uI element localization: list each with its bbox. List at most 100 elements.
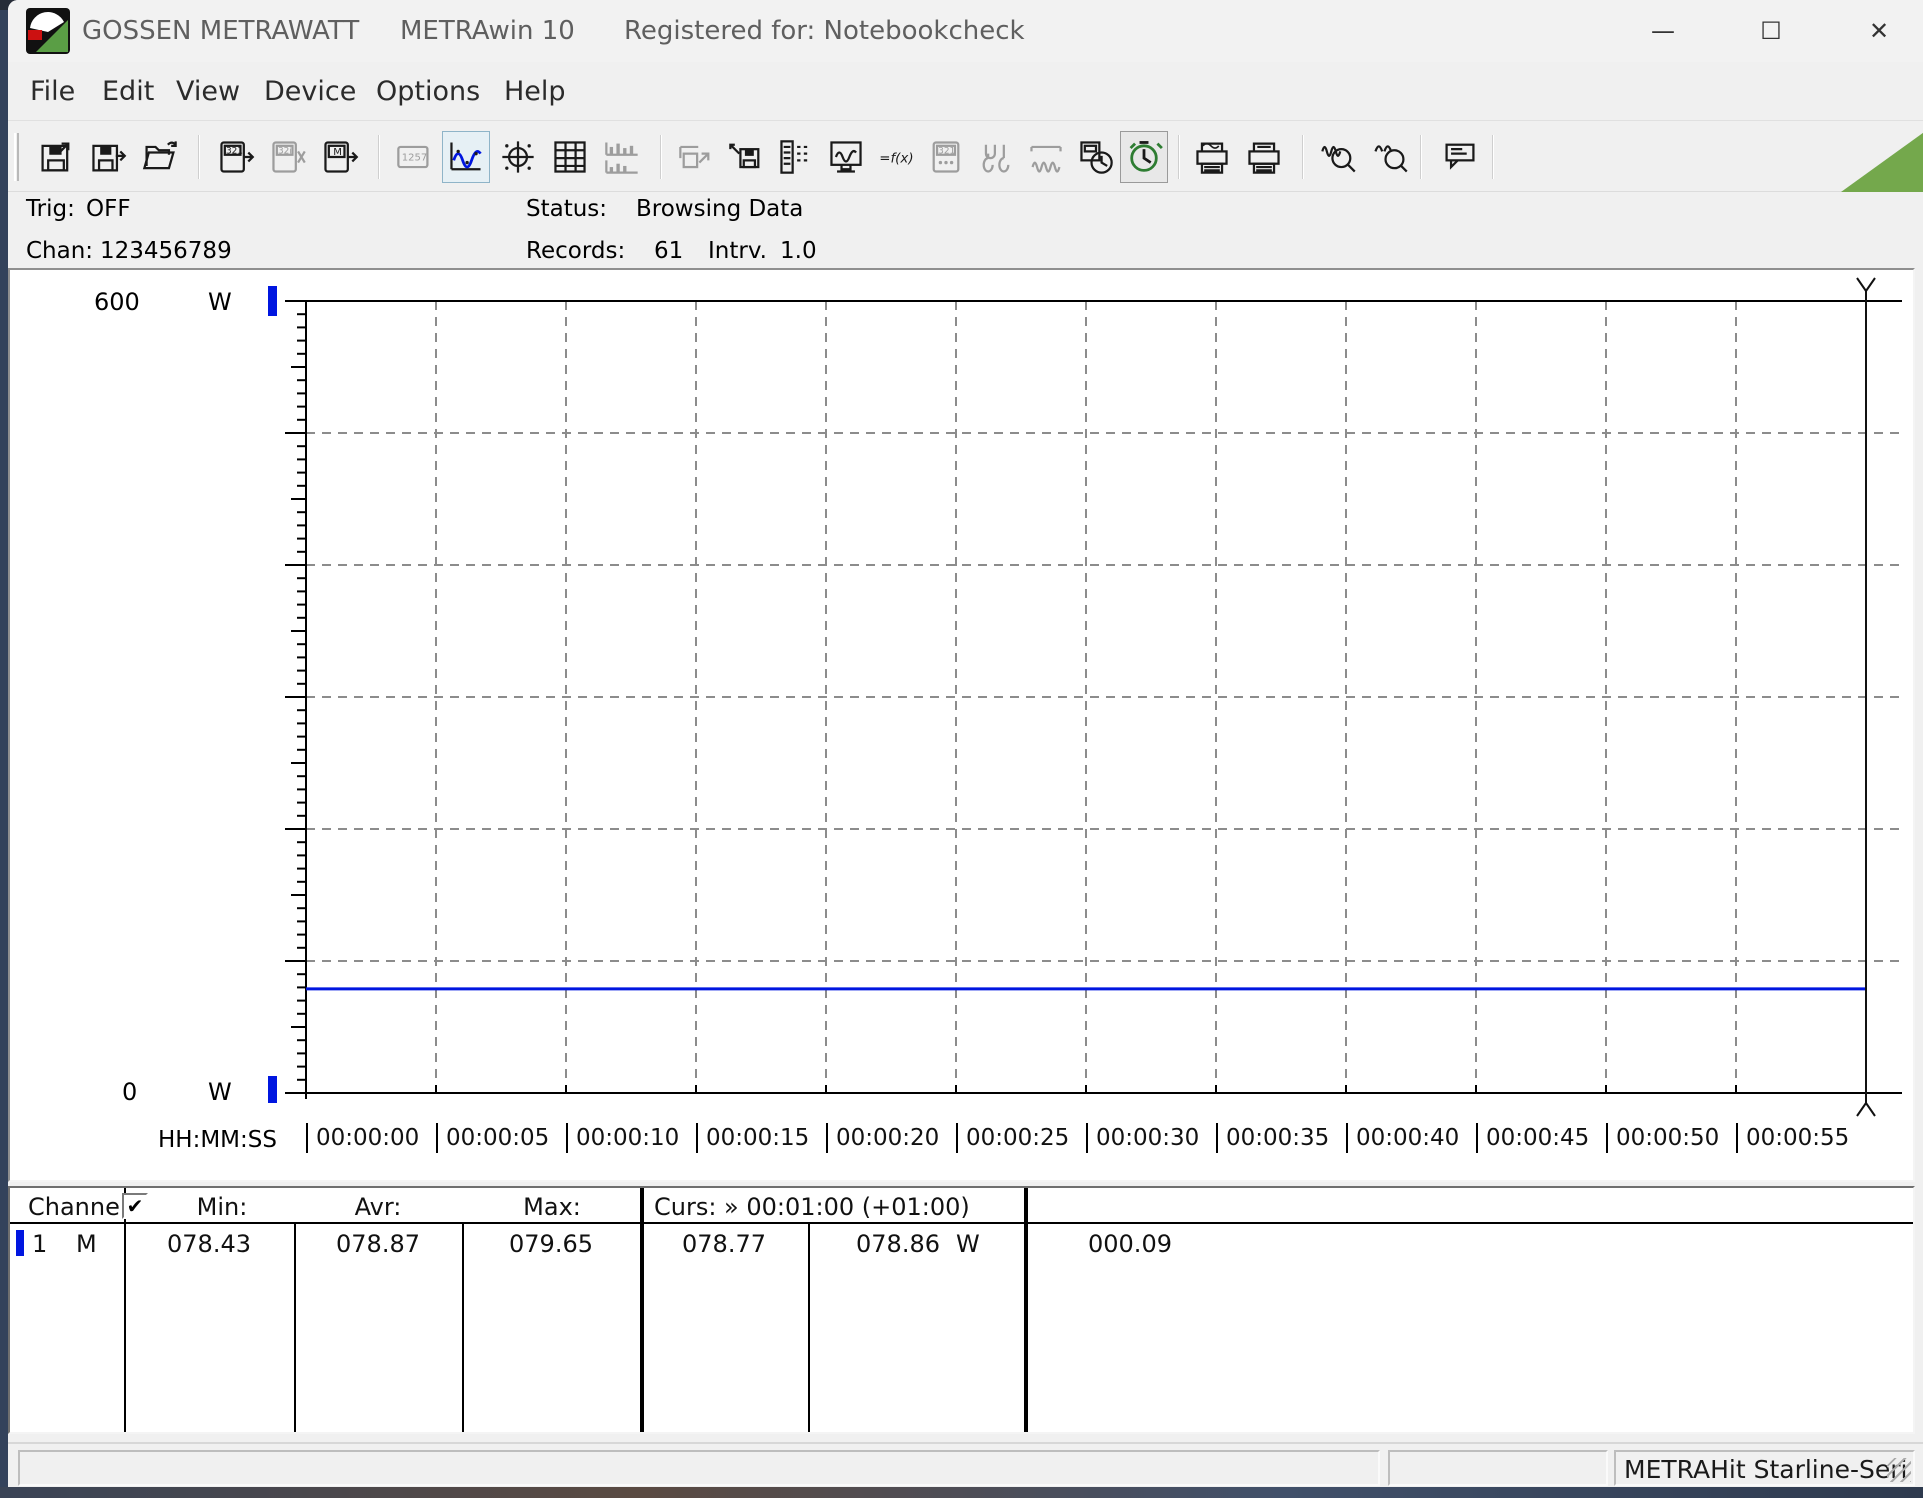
records-value: 61: [654, 238, 683, 264]
chart-panel[interactable]: 600 W 0 W HH:MM:SS 00:00:0000:00:0500:00…: [8, 268, 1915, 1182]
channel-visible-checkbox[interactable]: ✔: [122, 1193, 148, 1219]
x-tick-label: 00:00:20: [826, 1123, 939, 1153]
status-value: Browsing Data: [636, 196, 803, 222]
chart-view-button[interactable]: [442, 131, 490, 183]
table-column-divider: [462, 1224, 464, 1432]
svg-text:M: M: [333, 147, 342, 158]
zoom-out-curve-button[interactable]: [1366, 131, 1414, 183]
svg-text:=f(x): =f(x): [879, 152, 913, 167]
table-column-divider: [808, 1224, 810, 1432]
table-header-min: Min:: [197, 1193, 248, 1221]
timer-active-button[interactable]: [1120, 131, 1168, 183]
status-panel-mid: [1388, 1450, 1608, 1486]
save-file-button[interactable]: [32, 131, 80, 183]
xy-view-button[interactable]: [494, 131, 542, 183]
max-value: 079.65: [509, 1230, 593, 1258]
toolbar-separator: [1420, 135, 1422, 179]
toolbar-grip[interactable]: [14, 133, 19, 181]
x-tick-label: 00:00:40: [1346, 1123, 1459, 1153]
save-to-device-button[interactable]: [722, 131, 770, 183]
toolbar-separator: [1492, 135, 1494, 179]
delta-value: 000.09: [1088, 1230, 1172, 1258]
title-brand: GOSSEN METRAWATT: [82, 16, 359, 46]
display-321-button[interactable]: 321: [922, 131, 970, 183]
formula-button[interactable]: =f(x): [872, 131, 920, 183]
zoom-in-curve-button[interactable]: [1314, 131, 1362, 183]
toolbar-separator: [198, 135, 200, 179]
device-name: METRAHit Starline-Seri: [1624, 1455, 1907, 1484]
menu-device[interactable]: Device: [264, 76, 356, 107]
interval-value: 1.0: [780, 238, 817, 264]
svg-text:321: 321: [938, 147, 955, 157]
cursor-value-b: 078.86: [856, 1230, 940, 1258]
title-registered: Registered for: Notebookcheck: [624, 16, 1025, 46]
table-column-divider: [1024, 1188, 1028, 1432]
status-bar: METRAHit Starline-Seri: [8, 1442, 1923, 1488]
open-file-button[interactable]: [136, 131, 184, 183]
svg-text:1257: 1257: [402, 152, 428, 163]
app-logo-icon: [26, 8, 70, 54]
chan-label: Chan:: [26, 238, 93, 264]
desktop-edge: [0, 1487, 1923, 1498]
x-tick-label: 00:00:25: [956, 1123, 1069, 1153]
annotation-button[interactable]: [1436, 131, 1484, 183]
menu-options[interactable]: Options: [376, 76, 480, 107]
histogram-view-button[interactable]: [598, 131, 646, 183]
menu-edit[interactable]: Edit: [102, 76, 154, 107]
x-tick-label: 00:00:05: [436, 1123, 549, 1153]
export-chart-button[interactable]: [672, 131, 720, 183]
table-view-button[interactable]: [546, 131, 594, 183]
table-header-cursor: Curs: » 00:01:00 (+01:00): [654, 1193, 970, 1221]
status-panel-main: [18, 1450, 1380, 1486]
application-window: GOSSEN METRAWATT METRAwin 10 Registered …: [8, 0, 1923, 1490]
minimize-button[interactable]: —: [1628, 10, 1698, 52]
status-label: Status:: [526, 196, 607, 222]
x-tick-label: 00:00:00: [306, 1123, 419, 1153]
title-app: METRAwin 10: [400, 16, 575, 46]
table-header-channel: Channel:: [28, 1193, 135, 1221]
metrawin-application: GOSSEN METRAWATT METRAwin 10 Registered …: [0, 0, 1923, 1498]
interval-label: Intrv.: [708, 238, 767, 264]
table-header-avr: Avr:: [355, 1193, 402, 1221]
menu-view[interactable]: View: [176, 76, 240, 107]
table-header-max: Max:: [523, 1193, 581, 1221]
svg-text:32i: 32i: [278, 147, 292, 157]
x-axis-tick-labels: 00:00:0000:00:0500:00:1000:00:1500:00:20…: [10, 1123, 1913, 1155]
window-edge: [0, 10, 8, 1490]
close-button[interactable]: ✕: [1844, 10, 1914, 52]
info-bar: Trig: OFF Chan: 123456789 Status: Browsi…: [8, 192, 1923, 268]
status-panel-device: METRAHit Starline-Seri: [1614, 1450, 1915, 1486]
x-tick-label: 00:00:50: [1606, 1123, 1719, 1153]
channel-number: 1: [32, 1230, 47, 1258]
digital-display-button[interactable]: 1257: [390, 131, 438, 183]
menu-file[interactable]: File: [30, 76, 75, 107]
channel-color-bar: [16, 1230, 24, 1256]
resize-grip-icon[interactable]: [1887, 1458, 1911, 1482]
x-tick-label: 00:00:35: [1216, 1123, 1329, 1153]
table-column-divider: [124, 1188, 126, 1432]
print-chart-button[interactable]: [1188, 131, 1236, 183]
print-list-button[interactable]: [1240, 131, 1288, 183]
probes-button[interactable]: [972, 131, 1020, 183]
x-tick-label: 00:00:15: [696, 1123, 809, 1153]
envelope-curve-button[interactable]: [1022, 131, 1070, 183]
disconnect-device-32i-button[interactable]: 32i: [264, 131, 312, 183]
plot-area[interactable]: [10, 270, 1913, 1180]
records-label: Records:: [526, 238, 625, 264]
menu-help[interactable]: Help: [504, 76, 566, 107]
monitor-view-button[interactable]: [822, 131, 870, 183]
save-data-as-button[interactable]: [84, 131, 132, 183]
value-list-button[interactable]: [772, 131, 820, 183]
toolbar-separator: [378, 135, 380, 179]
channel-mode: M: [76, 1230, 97, 1258]
clock-transfer-button[interactable]: [1072, 131, 1120, 183]
metrawin-corner-logo: [1841, 130, 1923, 192]
toolbar-separator: [1178, 135, 1180, 179]
read-device-321-button[interactable]: 321: [212, 131, 260, 183]
x-tick-label: 00:00:45: [1476, 1123, 1589, 1153]
trig-label: Trig:: [26, 196, 75, 222]
maximize-button[interactable]: ☐: [1736, 10, 1806, 52]
cursor-value-unit: W: [956, 1230, 980, 1258]
read-memory-button[interactable]: M: [316, 131, 364, 183]
trig-value: OFF: [86, 196, 131, 222]
